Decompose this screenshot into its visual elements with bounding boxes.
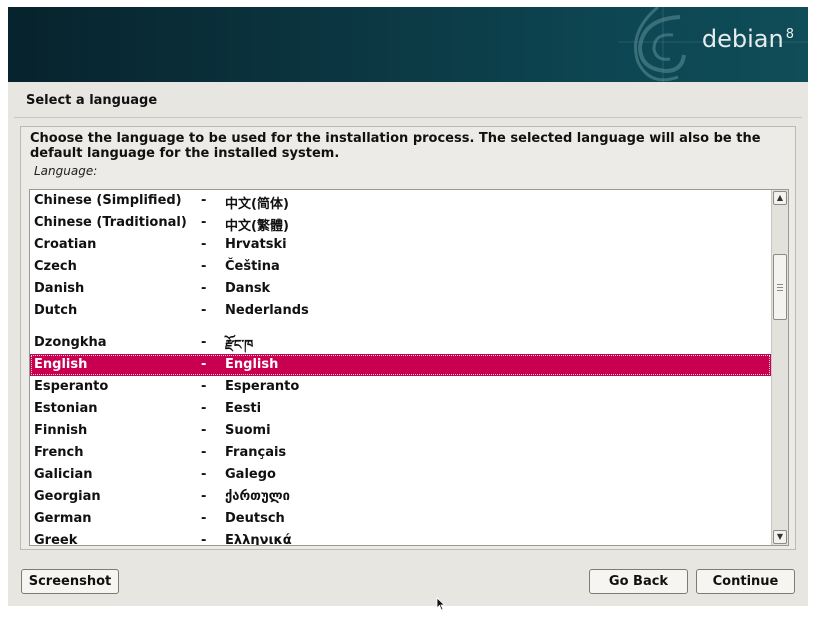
separator: - [201,193,207,208]
language-option[interactable]: Croatian - Hrvatski [30,234,771,256]
separator: - [201,259,207,274]
native-name: Hrvatski [225,237,287,252]
native-name: English [225,357,279,372]
chevron-down-icon[interactable]: ▼ [773,530,787,544]
brand-name: debian [701,25,784,53]
language-list[interactable]: Chinese (Simplified) - 中文(简体) Chinese (Trad… [29,189,789,546]
page-title: Select a language [26,93,158,108]
mouse-cursor-icon [436,597,446,611]
separator: - [201,357,207,372]
separator: - [201,489,207,504]
language-name: Galician [34,467,93,482]
native-name: 中文(繁體) [225,219,289,234]
language-name: Estonian [34,401,98,416]
language-name: Greek [34,533,78,546]
brand-version: 8 [785,27,794,42]
chevron-up-icon[interactable]: ▲ [773,191,787,205]
language-option[interactable]: Estonian - Eesti [30,398,771,420]
separator: - [201,445,207,460]
grip-line [777,290,783,291]
language-option[interactable]: Galician - Galego [30,464,771,486]
separator: - [201,215,207,230]
native-name: Esperanto [225,379,300,394]
grip-line [777,287,783,288]
installer-window: debian 8 Select a language Choose the lan… [8,7,808,606]
divider [14,117,802,118]
language-option[interactable]: Greek - Ελληνικά [30,530,771,546]
language-option[interactable]: Georgian - ქართული [30,486,771,508]
language-option[interactable]: Finnish - Suomi [30,420,771,442]
language-option[interactable]: Chinese (Traditional) - 中文(繁體) [30,212,771,234]
native-name: Dansk [225,281,271,296]
language-name: Dutch [34,303,78,318]
separator: - [201,379,207,394]
language-option[interactable]: German - Deutsch [30,508,771,530]
language-option[interactable]: Chinese (Simplified) - 中文(简体) [30,190,771,212]
language-option[interactable]: Dutch - Nederlands [30,300,771,322]
native-name: Nederlands [225,303,309,318]
language-name: Chinese (Simplified) [34,193,182,208]
debian-wordmark: debian 8 [702,25,794,53]
language-name: German [34,511,92,526]
header-banner: debian 8 [8,7,808,82]
separator: - [201,467,207,482]
native-name: Suomi [225,423,271,438]
scrollbar-thumb[interactable] [773,254,787,320]
language-name: Chinese (Traditional) [34,215,187,230]
separator: - [201,423,207,438]
scrollbar[interactable]: ▲ ▼ [771,190,788,545]
language-name: Czech [34,259,77,274]
separator: - [201,281,207,296]
separator: - [201,401,207,416]
language-option[interactable]: French - Français [30,442,771,464]
language-name: Dzongkha [34,335,107,350]
language-name: Finnish [34,423,88,438]
native-name: Ελληνικά [225,533,292,546]
language-field-label: Language: [34,164,98,178]
language-rows: Chinese (Simplified) - 中文(简体) Chinese (Trad… [30,190,771,546]
language-option[interactable]: Dzongkha - རྫོང་ཁ [30,322,771,354]
language-option[interactable]: English - English [30,354,771,376]
language-option[interactable]: Esperanto - Esperanto [30,376,771,398]
go-back-button[interactable]: Go Back [589,569,688,594]
native-name: Galego [225,467,276,482]
separator: - [201,335,207,350]
content-panel: Choose the language to be used for the i… [20,126,796,550]
language-option[interactable]: Danish - Dansk [30,278,771,300]
grip-line [777,284,783,285]
separator: - [201,533,207,546]
language-name: Danish [34,281,85,296]
language-name: French [34,445,84,460]
language-name: Esperanto [34,379,109,394]
separator: - [201,303,207,318]
native-name: Eesti [225,401,262,416]
native-name: Français [225,445,287,460]
separator: - [201,237,207,252]
continue-button[interactable]: Continue [696,569,795,594]
language-name: Croatian [34,237,97,252]
separator: - [201,511,207,526]
native-name: 中文(简体) [225,197,289,212]
instructions-text: Choose the language to be used for the i… [30,131,761,161]
language-option[interactable]: Czech - Čeština [30,256,771,278]
screenshot-button[interactable]: Screenshot [21,569,119,594]
native-name: Deutsch [225,511,285,526]
native-name: ქართული [225,489,290,504]
native-name: Čeština [225,259,280,274]
language-name: English [34,357,88,372]
language-name: Georgian [34,489,101,504]
